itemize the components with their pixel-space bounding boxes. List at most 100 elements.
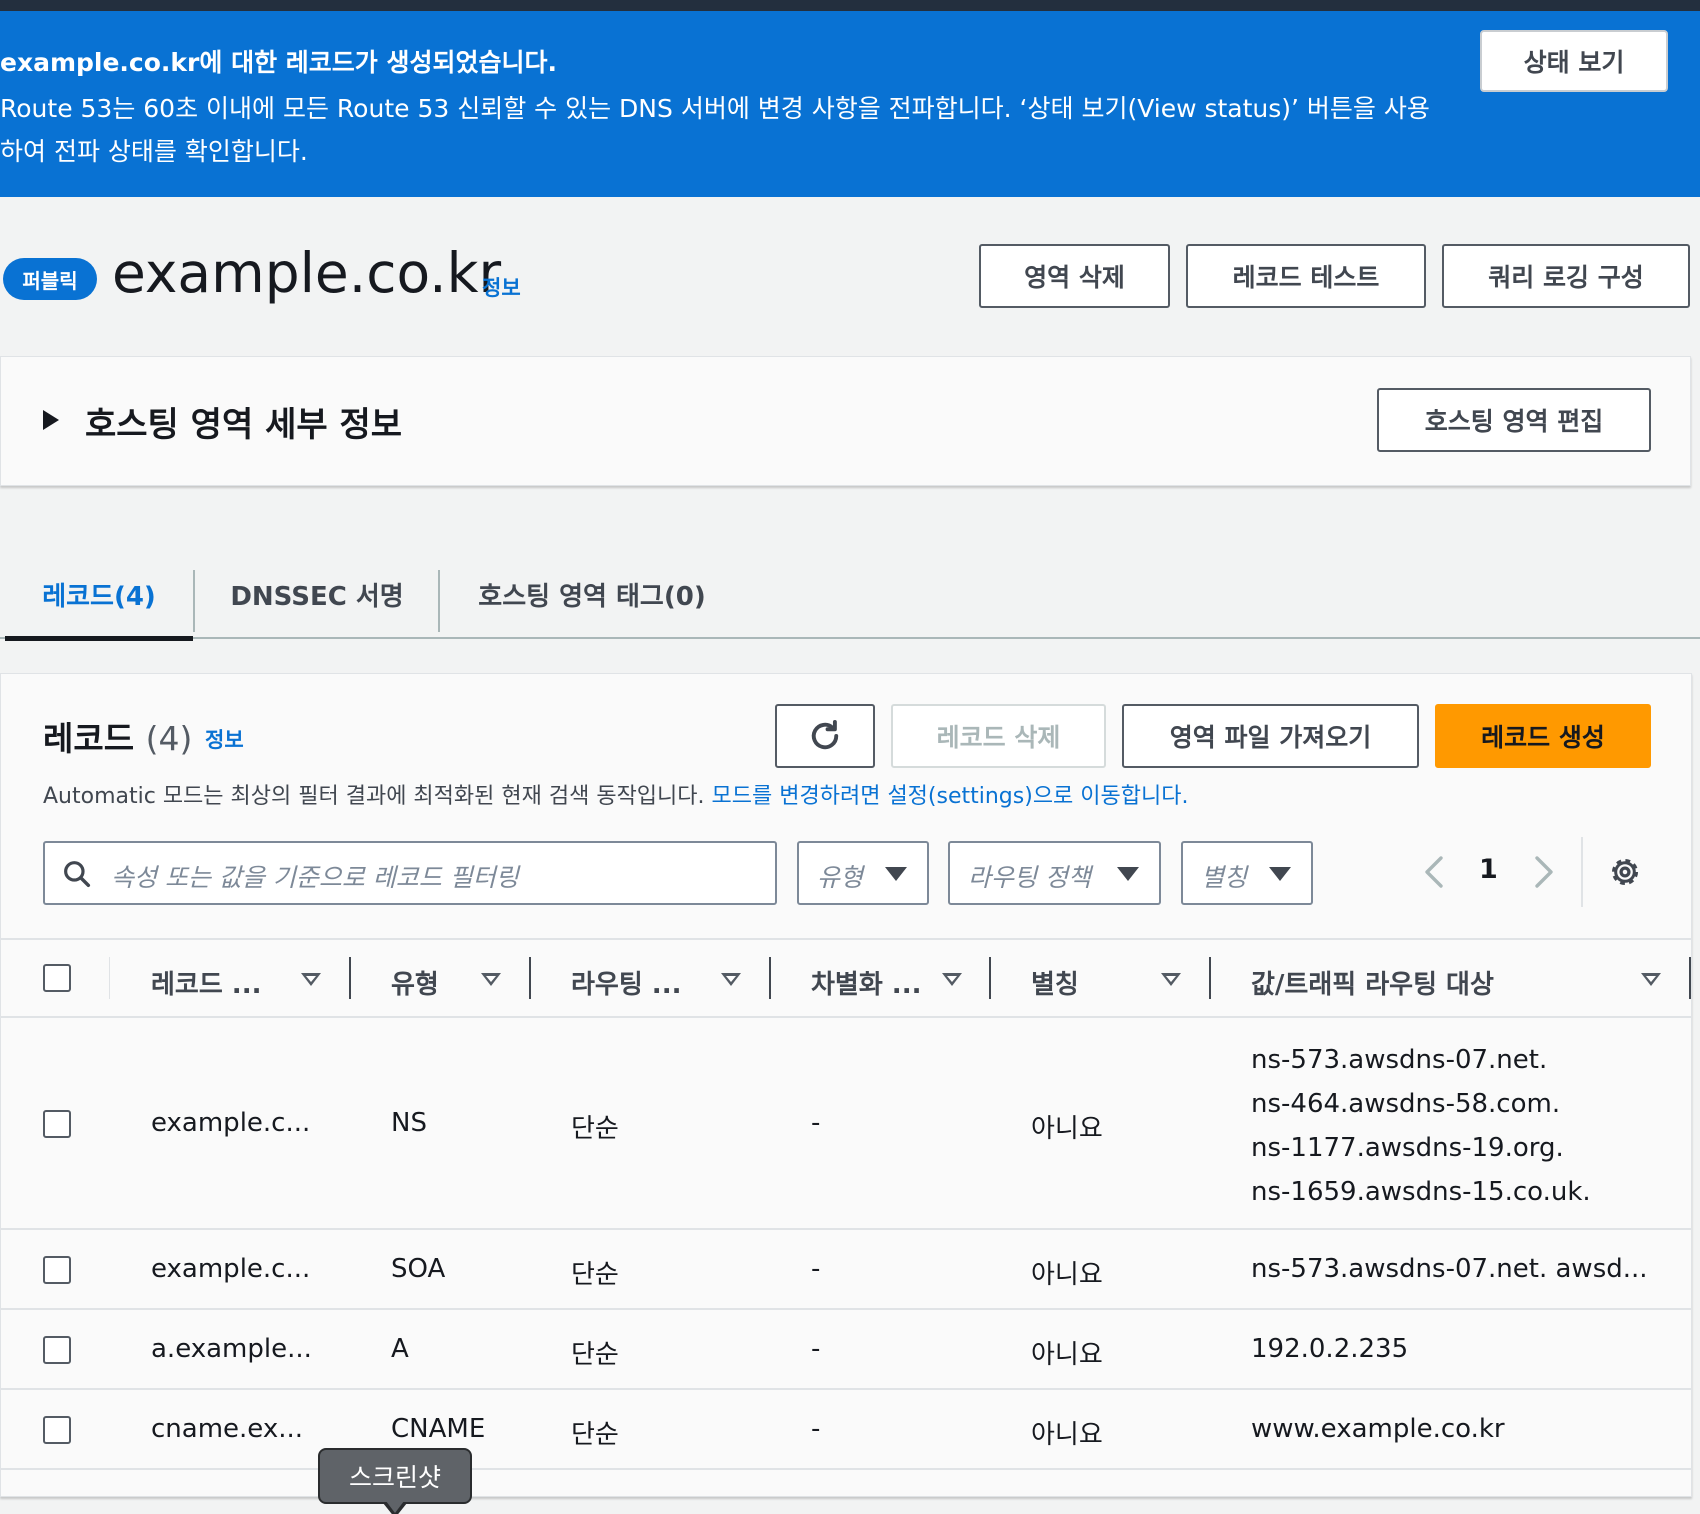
value-cell: ns-573.awsdns-07.net. awsd...: [1251, 1254, 1648, 1284]
differentiator-cell: -: [811, 1414, 821, 1444]
record-type-cell: NS: [391, 1108, 427, 1138]
expand-caret-icon[interactable]: [43, 410, 59, 430]
refresh-icon: [811, 719, 839, 750]
record-name-cell: cname.ex...: [151, 1414, 304, 1444]
page-title: example.co.kr: [112, 241, 502, 305]
sort-icon[interactable]: [1161, 973, 1181, 986]
value-line: ns-1659.awsdns-15.co.uk.: [1251, 1177, 1591, 1207]
value-line: ns-573.awsdns-07.net.: [1251, 1045, 1548, 1075]
records-count: (4): [145, 719, 193, 758]
column-header-differentiator[interactable]: 차별화 ...: [811, 964, 921, 1001]
caret-down-icon: [1117, 867, 1139, 881]
column-header-record-name[interactable]: 레코드 ...: [151, 964, 261, 1001]
routing-policy-cell: 단순: [571, 1420, 619, 1450]
value-cell: ns-573.awsdns-07.net. ns-464.awsdns-58.c…: [1251, 1038, 1591, 1214]
alias-cell: 아니요: [1031, 1114, 1103, 1144]
column-resize-handle[interactable]: [1689, 957, 1691, 999]
column-resize-handle[interactable]: [989, 957, 991, 999]
type-filter-select[interactable]: 유형: [797, 841, 929, 905]
zone-info-link[interactable]: 정보: [482, 272, 521, 302]
routing-policy-cell: 단순: [571, 1260, 619, 1290]
value-line: ns-1177.awsdns-19.org.: [1251, 1133, 1564, 1163]
table-row[interactable]: a.example... A 단순 - 아니요 192.0.2.235: [1, 1310, 1691, 1390]
flash-title: example.co.kr에 대한 레코드가 생성되었습니다.: [0, 48, 557, 77]
table-row[interactable]: example.c... NS 단순 - 아니요 ns-573.awsdns-0…: [1, 1018, 1691, 1230]
column-resize-handle[interactable]: [769, 957, 771, 999]
flash-notification: example.co.kr에 대한 레코드가 생성되었습니다. Route 53…: [0, 11, 1700, 197]
sort-icon[interactable]: [481, 973, 501, 986]
record-name-cell: example.c...: [151, 1254, 311, 1284]
alias-cell: 아니요: [1031, 1420, 1103, 1450]
hosted-zone-details-title[interactable]: 호스팅 영역 세부 정보: [85, 397, 402, 446]
current-page[interactable]: 1: [1479, 854, 1498, 885]
alias-cell: 아니요: [1031, 1260, 1103, 1290]
type-filter-label: 유형: [817, 863, 864, 892]
filter-mode-description: Automatic 모드는 최상의 필터 결과에 최적화된 현재 검색 동작입니…: [43, 778, 1188, 810]
record-filter-input[interactable]: 속성 또는 값을 기준으로 레코드 필터링: [43, 841, 777, 905]
tab-dnssec-signing[interactable]: DNSSEC 서명: [195, 550, 439, 639]
edit-hosted-zone-button[interactable]: 호스팅 영역 편집: [1377, 388, 1651, 452]
alias-filter-select[interactable]: 별칭: [1181, 841, 1313, 905]
caret-down-icon: [1269, 867, 1291, 881]
records-table-header: 레코드 ... 유형 라우팅 ... 차별화 ... 별칭 값/트래픽 라우팅 …: [1, 938, 1691, 1018]
refresh-button[interactable]: [775, 704, 875, 768]
tab-records[interactable]: 레코드(4): [5, 550, 193, 641]
import-zone-file-button[interactable]: 영역 파일 가져오기: [1122, 704, 1419, 768]
hosted-zone-details-panel: 호스팅 영역 세부 정보 호스팅 영역 편집: [0, 356, 1691, 486]
record-name-cell: example.c...: [151, 1108, 311, 1138]
caret-down-icon: [885, 867, 907, 881]
delete-record-button[interactable]: 레코드 삭제: [891, 704, 1106, 768]
column-divider: [109, 957, 110, 999]
settings-link[interactable]: 모드를 변경하려면 설정(settings)으로 이동합니다.: [712, 784, 1189, 809]
select-all-checkbox[interactable]: [43, 964, 71, 992]
table-row[interactable]: cname.ex... CNAME 단순 - 아니요 www.example.c…: [1, 1390, 1691, 1470]
sort-icon[interactable]: [1641, 973, 1661, 986]
differentiator-cell: -: [811, 1254, 821, 1284]
value-cell: 192.0.2.235: [1251, 1334, 1409, 1364]
test-record-button[interactable]: 레코드 테스트: [1186, 244, 1426, 308]
sort-icon[interactable]: [301, 973, 321, 986]
column-header-value[interactable]: 값/트래픽 라우팅 대상: [1251, 964, 1494, 1001]
view-status-button[interactable]: 상태 보기: [1480, 30, 1668, 92]
row-checkbox[interactable]: [43, 1256, 71, 1284]
alias-cell: 아니요: [1031, 1340, 1103, 1370]
records-heading: 레코드 (4): [43, 712, 192, 760]
record-type-cell: SOA: [391, 1254, 446, 1284]
public-badge: 퍼블릭: [3, 258, 97, 300]
routing-policy-cell: 단순: [571, 1340, 619, 1370]
flash-message: Route 53는 60초 이내에 모든 Route 53 신뢰할 수 있는 D…: [0, 94, 1430, 166]
search-icon: [64, 861, 91, 888]
next-page-icon[interactable]: [1531, 854, 1557, 890]
alias-filter-label: 별칭: [1201, 863, 1248, 892]
records-info-link[interactable]: 정보: [205, 724, 244, 754]
routing-policy-cell: 단순: [571, 1114, 619, 1144]
value-line: ns-464.awsdns-58.com.: [1251, 1089, 1561, 1119]
records-panel: 레코드 (4) 정보 레코드 삭제 영역 파일 가져오기 레코드 생성 Auto…: [0, 673, 1692, 1497]
filter-mode-text: Automatic 모드는 최상의 필터 결과에 최적화된 현재 검색 동작입니…: [43, 784, 705, 809]
sort-icon[interactable]: [721, 973, 741, 986]
tab-bar: 레코드(4) DNSSEC 서명 호스팅 영역 태그(0): [0, 550, 1700, 641]
column-header-routing-policy[interactable]: 라우팅 ...: [571, 964, 681, 1001]
value-cell: www.example.co.kr: [1251, 1414, 1505, 1444]
column-resize-handle[interactable]: [1209, 957, 1211, 999]
screenshot-tooltip: 스크린샷: [318, 1448, 472, 1514]
column-resize-handle[interactable]: [529, 957, 531, 999]
row-checkbox[interactable]: [43, 1416, 71, 1444]
row-checkbox[interactable]: [43, 1110, 71, 1138]
record-name-cell: a.example...: [151, 1334, 312, 1364]
gear-icon[interactable]: [1607, 854, 1643, 890]
sort-icon[interactable]: [942, 973, 962, 986]
delete-zone-button[interactable]: 영역 삭제: [979, 244, 1170, 308]
record-type-cell: CNAME: [391, 1414, 486, 1444]
previous-page-icon[interactable]: [1421, 854, 1447, 890]
table-row[interactable]: example.c... SOA 단순 - 아니요 ns-573.awsdns-…: [1, 1230, 1691, 1310]
column-header-type[interactable]: 유형: [391, 964, 439, 1001]
tab-hosted-zone-tags[interactable]: 호스팅 영역 태그(0): [440, 550, 744, 639]
configure-query-logging-button[interactable]: 쿼리 로깅 구성: [1442, 244, 1690, 308]
row-checkbox[interactable]: [43, 1336, 71, 1364]
records-title: 레코드: [43, 719, 135, 758]
create-record-button[interactable]: 레코드 생성: [1435, 704, 1651, 768]
column-header-alias[interactable]: 별칭: [1031, 964, 1079, 1001]
routing-policy-filter-select[interactable]: 라우팅 정책: [948, 841, 1161, 905]
column-resize-handle[interactable]: [349, 957, 351, 999]
